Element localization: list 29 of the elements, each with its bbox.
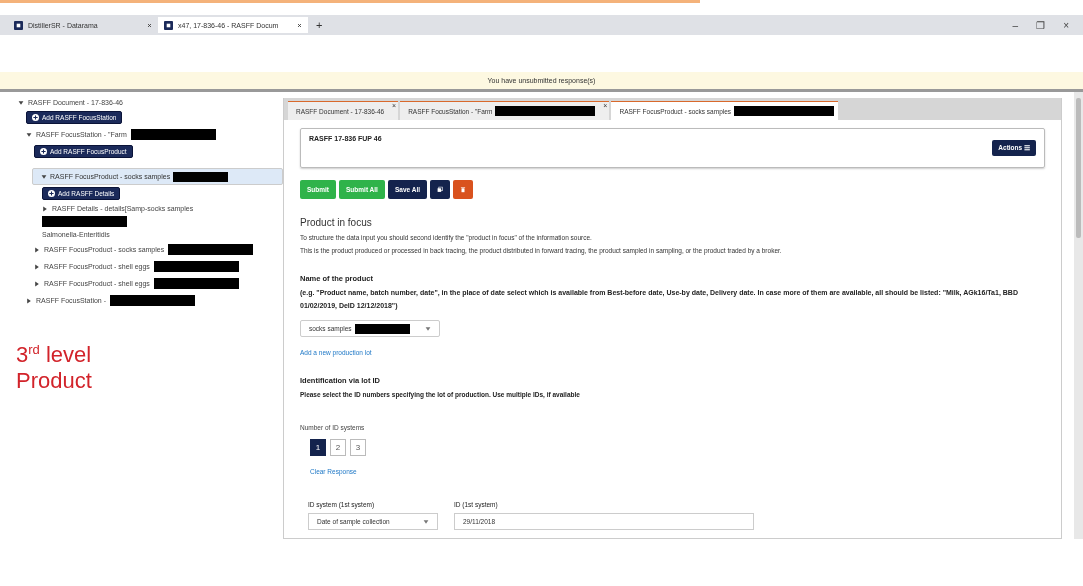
scrollbar[interactable] — [1074, 92, 1083, 539]
page-icon — [14, 20, 23, 30]
plus-circle-icon — [48, 190, 55, 197]
trash-icon — [460, 185, 466, 194]
new-tab-button[interactable]: + — [316, 19, 323, 31]
plus-circle-icon — [40, 148, 47, 155]
count-option[interactable]: 3 — [350, 439, 366, 456]
expand-arrow-icon[interactable] — [42, 205, 48, 212]
expand-arrow-icon[interactable] — [26, 297, 32, 304]
restore-button[interactable]: ❐ — [1036, 19, 1046, 31]
plus-circle-icon — [32, 114, 39, 121]
expand-arrow-icon[interactable] — [34, 246, 40, 253]
collapse-arrow-icon[interactable] — [18, 99, 24, 106]
expand-arrow-icon[interactable] — [34, 280, 40, 287]
copy-icon — [437, 185, 443, 194]
copy-button[interactable] — [430, 180, 450, 199]
annotation-text: 3$^{rd}$ level Product — [16, 341, 93, 395]
page-icon — [164, 20, 173, 30]
minimize-button[interactable]: – — [1012, 19, 1019, 31]
collapse-arrow-icon[interactable] — [26, 131, 32, 138]
close-tab-icon[interactable] — [147, 22, 152, 28]
count-option[interactable]: 1 — [310, 439, 326, 456]
close-tab-icon[interactable] — [297, 22, 302, 28]
expand-arrow-icon[interactable] — [34, 263, 40, 270]
count-option[interactable]: 2 — [330, 439, 346, 456]
close-button[interactable]: × — [1063, 19, 1069, 31]
collapse-arrow-icon[interactable] — [41, 173, 47, 180]
redaction-block — [354, 323, 410, 334]
section-title: Product in focus — [300, 217, 373, 228]
